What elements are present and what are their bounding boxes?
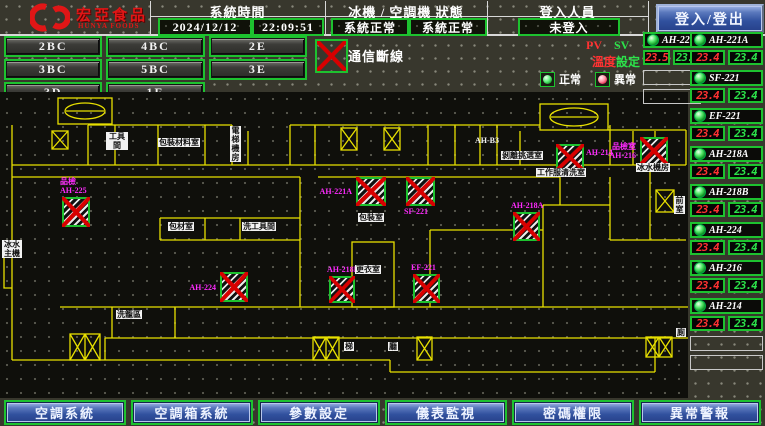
equipment-status-AH-218B[interactable]: AH-218B — [690, 184, 763, 200]
comm-offline-x-icon — [640, 137, 668, 165]
room-label: 包裝材料室 — [158, 138, 200, 147]
status-led-icon — [694, 34, 706, 46]
comm-offline-x-icon — [513, 212, 540, 241]
scada-app: 宏亞食品 HUNYA FOODS 系統時間 2024/12/12 22:09:5… — [0, 0, 765, 426]
unit-label-AH-225: 品檢 AH-225 — [60, 177, 87, 195]
equipment-status-AH-214[interactable]: AH-214 — [690, 298, 763, 314]
room-label: 冰水主機 — [2, 240, 22, 258]
room-label: AH-B3 — [474, 136, 500, 145]
equipment-name: AH-218A — [709, 149, 748, 160]
status-led-icon — [694, 72, 706, 84]
unit-marker-AH-218B[interactable] — [329, 276, 355, 303]
unit-label-AH-216: 品檢室 AH-216 — [588, 142, 636, 160]
unit-marker-AH-224[interactable] — [220, 272, 248, 302]
floorplan-overlay: 品檢 AH-225 AH-221A SF-221 AH-214 品檢室 AH-216 AH… — [0, 0, 765, 426]
status-led-icon — [647, 34, 659, 46]
room-label: 前室 — [674, 196, 685, 214]
nav-meter-monitoring[interactable]: 儀表監視 — [387, 402, 505, 423]
equipment-name: AH-221A — [709, 35, 748, 46]
room-label: 包裝室 — [358, 213, 384, 222]
unit-marker-SF-221[interactable] — [406, 177, 435, 206]
unit-label-EF-221: EF-221 — [411, 263, 436, 272]
unit-marker-AH-218A[interactable] — [513, 212, 540, 241]
room-label: 梯 — [344, 342, 354, 351]
room-label: 電梯機房 — [230, 126, 241, 162]
unit-label-AH-218A: AH-218A — [511, 201, 543, 210]
equipment-name: AH-214 — [709, 301, 742, 312]
comm-offline-x-icon — [62, 197, 90, 227]
equipment-status-AH-216[interactable]: AH-216 — [690, 260, 763, 276]
nav-password-rights[interactable]: 密碼權限 — [514, 402, 632, 423]
status-led-icon — [694, 148, 706, 160]
unit-marker-AH-225[interactable] — [62, 197, 90, 227]
equipment-name: AH-224 — [709, 225, 742, 236]
comm-offline-x-icon — [220, 272, 248, 302]
room-label: 冰水機房 — [636, 163, 670, 172]
status-led-icon — [694, 186, 706, 198]
unit-marker-AH-216[interactable] — [640, 137, 668, 165]
equipment-status-AH-224[interactable]: AH-224 — [690, 222, 763, 238]
equipment-name: AH-216 — [709, 263, 742, 274]
unit-label-SF-221: SF-221 — [404, 207, 428, 216]
equipment-status-EF-221[interactable]: EF-221 — [690, 108, 763, 124]
equipment-status-AH-218A[interactable]: AH-218A — [690, 146, 763, 162]
nav-parameter-settings[interactable]: 參數設定 — [260, 402, 378, 423]
unit-label-AH-221A: AH-221A — [304, 187, 352, 196]
equipment-status-SF-221[interactable]: SF-221 — [690, 70, 763, 86]
status-led-icon — [694, 300, 706, 312]
nav-ac-system[interactable]: 空調系統 — [6, 402, 124, 423]
bottom-nav: 空調系統 空調箱系統 參數設定 儀表監視 密碼權限 異常警報 — [0, 399, 765, 426]
room-label: 包材室 — [168, 222, 194, 231]
room-label: 更衣室 — [355, 265, 381, 274]
equipment-name: SF-221 — [709, 73, 740, 84]
room-label: 剝離挑選室 — [501, 151, 543, 160]
unit-marker-AH-214[interactable] — [556, 144, 584, 171]
unit-marker-EF-221[interactable] — [413, 274, 440, 303]
equipment-name: AH-218B — [709, 187, 748, 198]
room-label: 廁 — [676, 328, 686, 337]
unit-marker-AH-221A[interactable] — [356, 177, 386, 206]
status-led-icon — [694, 224, 706, 236]
comm-offline-x-icon — [356, 177, 386, 206]
room-label: 洗工具間 — [242, 222, 276, 231]
status-led-icon — [694, 262, 706, 274]
equipment-status-AH-221A[interactable]: AH-221A — [690, 32, 763, 48]
comm-offline-x-icon — [329, 276, 355, 303]
unit-label-AH-224: AH-224 — [168, 283, 216, 292]
room-label: 廳 — [388, 342, 398, 351]
status-led-icon — [694, 110, 706, 122]
nav-alarm[interactable]: 異常警報 — [641, 402, 759, 423]
equipment-name: EF-221 — [709, 111, 741, 122]
room-label: 工作服清洗室 — [536, 168, 586, 177]
comm-offline-x-icon — [413, 274, 440, 303]
comm-offline-x-icon — [406, 177, 435, 206]
room-label: 洗籠區 — [116, 310, 142, 319]
nav-ahu-system[interactable]: 空調箱系統 — [133, 402, 251, 423]
comm-offline-x-icon — [556, 144, 584, 171]
room-label: 工具間 — [106, 132, 128, 150]
